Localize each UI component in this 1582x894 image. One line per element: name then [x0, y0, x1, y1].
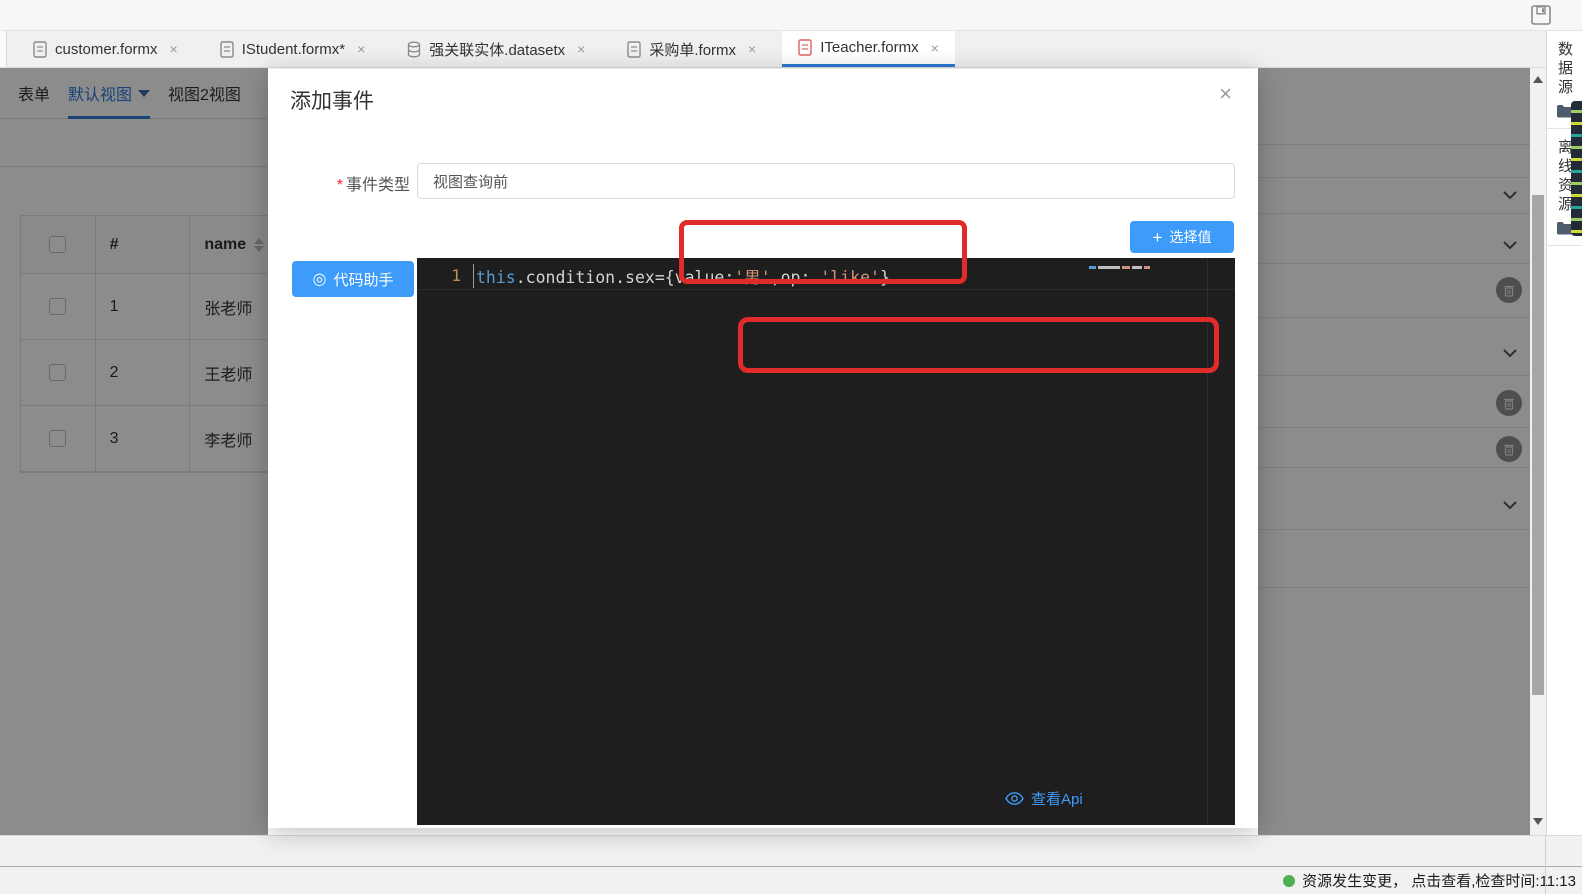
tab-partial[interactable]	[0, 31, 7, 67]
modal-mask-right	[1258, 68, 1530, 835]
code-token: .condition.sex={value:	[516, 268, 735, 287]
tab-label: 采购单.formx	[649, 39, 736, 60]
code-assistant-label: 代码助手	[333, 269, 393, 290]
scrollbar-thumb[interactable]	[1532, 195, 1544, 695]
event-type-input[interactable]	[417, 163, 1235, 199]
view-api-link[interactable]: 查看Api	[1005, 788, 1083, 809]
footer-strip	[0, 835, 1582, 867]
document-icon-red	[798, 39, 812, 56]
save-icon[interactable]	[1530, 4, 1552, 26]
view-api-label: 查看Api	[1031, 788, 1083, 809]
tab-dataset[interactable]: 强关联实体.datasetx ×	[391, 31, 601, 67]
tab-close-icon[interactable]: ×	[748, 41, 756, 57]
status-message[interactable]: 资源发生变更， 点击查看,检查时间:11:13	[1302, 870, 1576, 891]
tab-istudent-formx[interactable]: IStudent.formx* ×	[204, 31, 382, 67]
tab-close-icon[interactable]: ×	[577, 41, 585, 57]
tab-label: ITeacher.formx	[820, 39, 918, 56]
required-mark: *	[337, 177, 343, 194]
minimap-divider	[1207, 258, 1208, 825]
document-icon	[627, 41, 641, 58]
tab-caigoudan-formx[interactable]: 采购单.formx ×	[611, 31, 772, 67]
select-value-label: 选择值	[1169, 227, 1211, 247]
eye-icon	[1005, 792, 1024, 805]
database-icon	[407, 41, 421, 58]
footer-vertical-divider	[1545, 835, 1546, 894]
dock-item-label: 数据源	[1554, 41, 1575, 98]
code-token: }	[880, 268, 890, 287]
tab-close-icon[interactable]: ×	[357, 41, 365, 57]
tab-label: customer.formx	[55, 41, 158, 58]
code-token: this	[476, 268, 516, 287]
dialog-title: 添加事件	[290, 85, 374, 115]
line-number: 1	[417, 266, 473, 285]
modal-mask-left	[0, 68, 268, 835]
close-icon[interactable]: ×	[1219, 83, 1232, 105]
clipped-panel-icon	[1571, 101, 1582, 236]
event-type-label-text: 事件类型	[346, 177, 410, 194]
code-editor[interactable]: 1 this.condition.sex={value:'男',op: 'lik…	[417, 258, 1235, 825]
tab-label: 强关联实体.datasetx	[429, 39, 565, 60]
select-value-button[interactable]: + 选择值	[1130, 221, 1234, 253]
tab-bar: customer.formx × IStudent.formx* × 强关联实体…	[0, 31, 1582, 68]
app-window: customer.formx × IStudent.formx* × 强关联实体…	[0, 0, 1582, 894]
code-assistant-button[interactable]: ◎ 代码助手	[292, 261, 414, 297]
tab-iteacher-formx-active[interactable]: ITeacher.formx ×	[782, 31, 955, 67]
tab-label: IStudent.formx*	[242, 41, 345, 58]
tab-customer-formx[interactable]: customer.formx ×	[17, 31, 194, 67]
add-event-dialog: 添加事件 × *事件类型 + 选择值 ◎ 代码助手 1 this.conditi…	[268, 69, 1258, 828]
code-content: this.condition.sex={value:'男',op: 'like'…	[473, 264, 890, 288]
tab-close-icon[interactable]: ×	[931, 40, 939, 56]
code-token: '男'	[734, 268, 770, 287]
top-bar	[0, 0, 1582, 31]
event-type-label: *事件类型	[318, 171, 410, 195]
assistant-icon: ◎	[313, 269, 327, 289]
tab-close-icon[interactable]: ×	[170, 41, 178, 57]
scroll-down-icon[interactable]	[1533, 818, 1543, 825]
status-dot-icon	[1283, 875, 1295, 887]
code-token: ,op:	[771, 268, 821, 287]
side-dock: 数据源 离线资源	[1546, 31, 1582, 835]
vertical-scrollbar[interactable]	[1530, 68, 1546, 835]
plus-icon: +	[1153, 229, 1163, 246]
editor-minimap	[1089, 266, 1150, 269]
document-icon	[33, 41, 47, 58]
scroll-up-icon[interactable]	[1533, 76, 1543, 83]
code-token: 'like'	[820, 268, 880, 287]
document-icon	[220, 41, 234, 58]
status-bar: 资源发生变更， 点击查看,检查时间:11:13	[0, 867, 1582, 894]
